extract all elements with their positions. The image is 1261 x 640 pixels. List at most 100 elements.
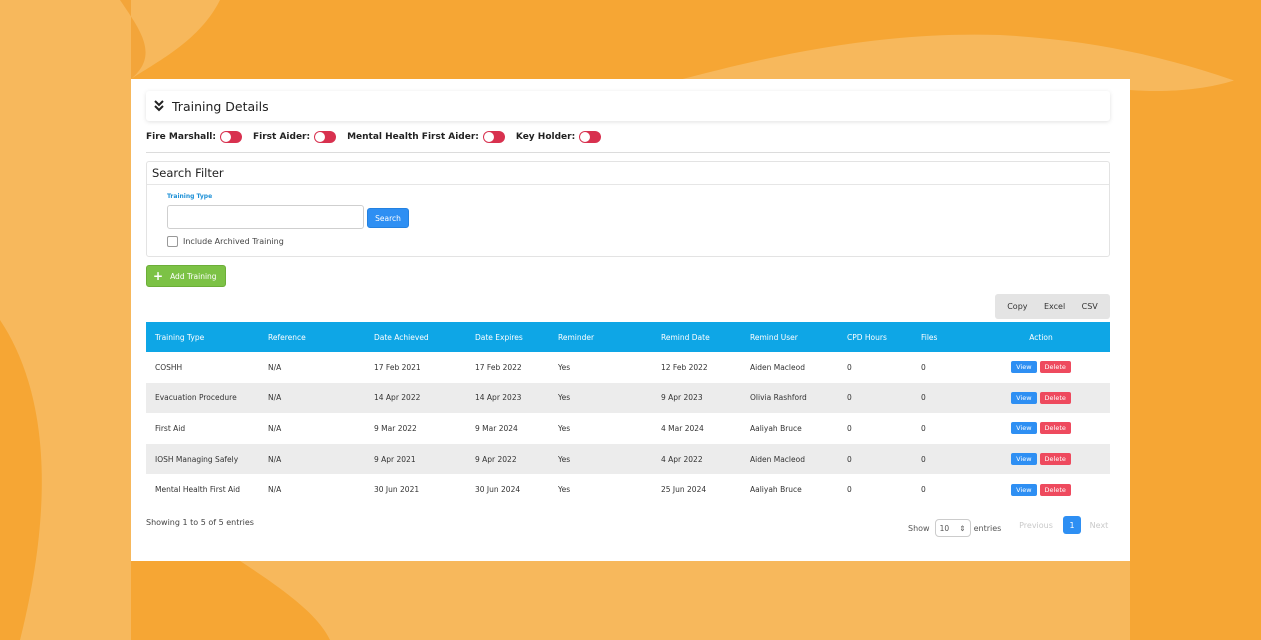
toggle-key-holder: Key Holder: xyxy=(516,131,602,143)
training-table: Training Type Reference Date Achieved Da… xyxy=(146,322,1110,505)
table-row: Mental Health First Aid N/A 30 Jun 2021 … xyxy=(146,474,1110,505)
toggle-label: Mental Health First Aider: xyxy=(347,132,479,142)
cell-cpd-hours: 0 xyxy=(847,423,852,433)
entries-info: Showing 1 to 5 of 5 entries xyxy=(146,518,254,527)
cell-action: View Delete xyxy=(972,444,1110,475)
table-row: IOSH Managing Safely N/A 9 Apr 2021 9 Ap… xyxy=(146,443,1110,475)
view-button[interactable]: View xyxy=(1011,453,1037,466)
cell-files: 0 xyxy=(921,423,926,433)
cell-training-type: IOSH Managing Safely xyxy=(155,454,239,464)
include-archived-label: Include Archived Training xyxy=(183,237,284,246)
cell-training-type: First Aid xyxy=(155,423,186,433)
cell-cpd-hours: 0 xyxy=(847,485,852,495)
first-aider-switch[interactable] xyxy=(314,131,337,143)
view-button[interactable]: View xyxy=(1011,361,1037,374)
cell-reference: N/A xyxy=(268,362,282,372)
column-header[interactable]: Training Type xyxy=(146,322,259,352)
toggle-fire-marshall: Fire Marshall: xyxy=(146,131,242,143)
delete-button[interactable]: Delete xyxy=(1039,391,1071,404)
column-header[interactable]: Date Expires xyxy=(466,322,549,352)
plus-icon: + xyxy=(153,269,164,283)
cell-cpd-hours: 0 xyxy=(847,393,852,403)
view-button[interactable]: View xyxy=(1011,422,1037,435)
table-header-row: Training Type Reference Date Achieved Da… xyxy=(146,322,1110,352)
excel-button[interactable]: Excel xyxy=(1044,302,1065,311)
previous-page-button[interactable]: Previous xyxy=(1011,521,1061,530)
search-button[interactable]: Search xyxy=(367,208,409,228)
csv-button[interactable]: CSV xyxy=(1082,302,1098,311)
cell-remind-user: Aaliyah Bruce xyxy=(750,485,802,495)
key-holder-switch[interactable] xyxy=(579,131,602,143)
cell-reminder: Yes xyxy=(558,423,571,433)
cell-date-expires: 30 Jun 2024 xyxy=(475,485,521,495)
add-training-button[interactable]: + Add Training xyxy=(146,265,226,287)
mental-health-first-aider-switch[interactable] xyxy=(482,131,505,143)
entries-label: entries xyxy=(973,523,1002,533)
cell-remind-user: Olivia Rashford xyxy=(750,393,807,403)
show-label: Show xyxy=(908,523,930,533)
page-length-select[interactable]: 10 ⇕ xyxy=(934,519,971,537)
column-header[interactable]: Reference xyxy=(259,322,365,352)
toggle-first-aider: First Aider: xyxy=(253,131,337,143)
column-header[interactable]: Date Achieved xyxy=(365,322,466,352)
cell-date-achieved: 9 Apr 2021 xyxy=(374,454,416,464)
cell-training-type: Evacuation Procedure xyxy=(155,393,237,403)
cell-date-achieved: 9 Mar 2022 xyxy=(374,423,417,433)
training-card: Training Details Fire Marshall: First Ai… xyxy=(131,79,1130,561)
cell-remind-date: 25 Jun 2024 xyxy=(661,485,707,495)
include-archived-checkbox[interactable] xyxy=(167,236,178,247)
table-row: Evacuation Procedure N/A 14 Apr 2022 14 … xyxy=(146,382,1110,414)
delete-button[interactable]: Delete xyxy=(1039,422,1071,435)
column-header[interactable]: Files xyxy=(912,322,972,352)
cell-date-expires: 17 Feb 2022 xyxy=(475,362,522,372)
cell-action: View Delete xyxy=(972,413,1110,444)
column-header: Action xyxy=(1029,332,1053,342)
training-details-header[interactable]: Training Details xyxy=(146,91,1110,121)
cell-date-expires: 14 Apr 2023 xyxy=(475,393,522,403)
cell-remind-date: 4 Mar 2024 xyxy=(661,423,704,433)
page-length-value: 10 xyxy=(939,523,950,533)
cell-date-achieved: 30 Jun 2021 xyxy=(374,485,420,495)
table-row: COSHH N/A 17 Feb 2021 17 Feb 2022 Yes 12… xyxy=(146,352,1110,383)
column-header[interactable]: CPD Hours xyxy=(838,322,912,352)
cell-reminder: Yes xyxy=(558,393,571,403)
cell-date-achieved: 14 Apr 2022 xyxy=(374,393,421,403)
next-page-button[interactable]: Next xyxy=(1083,521,1115,530)
switch-knob xyxy=(315,132,326,142)
delete-button[interactable]: Delete xyxy=(1039,361,1071,374)
column-header[interactable]: Remind User xyxy=(741,322,838,352)
include-archived-option: Include Archived Training xyxy=(167,236,284,247)
page-1-button[interactable]: 1 xyxy=(1063,516,1081,534)
cell-remind-date: 4 Apr 2022 xyxy=(661,454,703,464)
cell-cpd-hours: 0 xyxy=(847,362,852,372)
training-type-input[interactable] xyxy=(167,205,364,229)
toggle-label: Fire Marshall: xyxy=(146,132,216,142)
delete-button[interactable]: Delete xyxy=(1039,483,1071,496)
copy-button[interactable]: Copy xyxy=(1007,302,1027,311)
training-type-label: Training Type xyxy=(167,193,213,200)
cell-reminder: Yes xyxy=(558,485,571,495)
column-header[interactable]: Remind Date xyxy=(652,322,741,352)
view-button[interactable]: View xyxy=(1011,483,1037,496)
toggle-mental-health-first-aider: Mental Health First Aider: xyxy=(347,131,505,143)
cell-remind-user: Aiden Macleod xyxy=(750,362,805,372)
select-arrows-icon: ⇕ xyxy=(959,523,966,533)
chevron-double-down-icon xyxy=(154,100,164,112)
cell-action: View Delete xyxy=(972,352,1110,383)
cell-date-expires: 9 Apr 2022 xyxy=(475,454,517,464)
cell-files: 0 xyxy=(921,393,926,403)
fire-marshall-switch[interactable] xyxy=(219,131,242,143)
cell-training-type: Mental Health First Aid xyxy=(155,485,240,495)
view-button[interactable]: View xyxy=(1011,391,1037,404)
cell-training-type: COSHH xyxy=(155,362,183,372)
cell-files: 0 xyxy=(921,454,926,464)
cell-remind-date: 9 Apr 2023 xyxy=(661,393,703,403)
cell-files: 0 xyxy=(921,485,926,495)
cell-remind-date: 12 Feb 2022 xyxy=(661,362,708,372)
switch-knob xyxy=(483,132,494,142)
column-header[interactable]: Reminder xyxy=(549,322,652,352)
cell-reference: N/A xyxy=(268,423,282,433)
switch-knob xyxy=(220,132,231,142)
delete-button[interactable]: Delete xyxy=(1039,453,1071,466)
search-filter-panel: Search Filter Training Type Search Inclu… xyxy=(146,161,1110,257)
